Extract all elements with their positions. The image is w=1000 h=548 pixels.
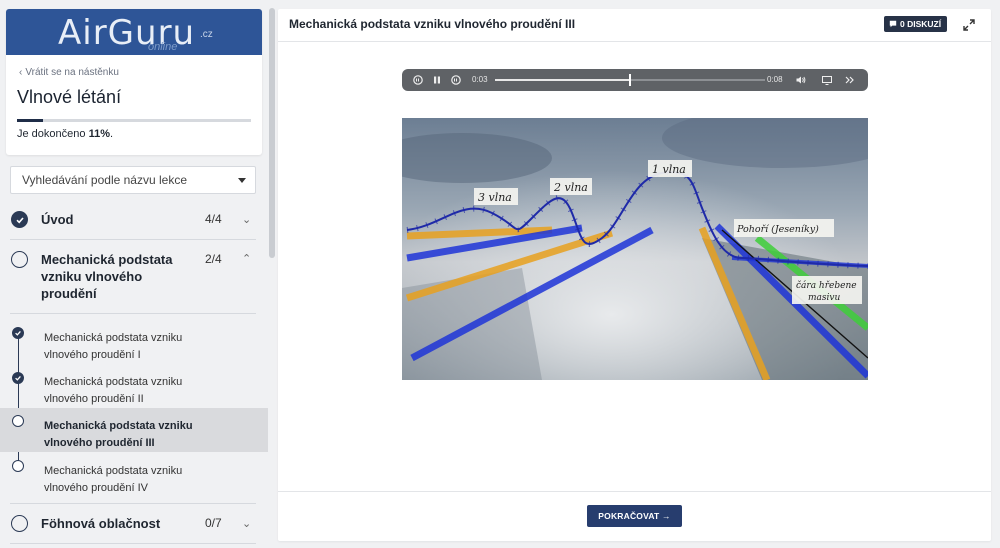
section-count: 0/7 bbox=[205, 516, 222, 530]
course-card: AirGuru .cz online ‹ Vrátit se na nástěn… bbox=[6, 9, 262, 155]
annotation-wave1: 1 vlna bbox=[652, 163, 686, 176]
lesson-item[interactable]: Mechanická podstata vzniku vlnového prou… bbox=[0, 453, 268, 497]
seek-handle[interactable] bbox=[629, 74, 631, 86]
lesson-title: Mechanická podstata vzniku vlnového prou… bbox=[44, 332, 183, 361]
lesson-item[interactable]: Mechanická podstata vzniku vlnového prou… bbox=[0, 364, 268, 408]
check-circle-icon bbox=[12, 327, 24, 339]
sidebar: AirGuru .cz online ‹ Vrátit se na nástěn… bbox=[0, 0, 270, 548]
divider bbox=[10, 503, 256, 504]
forward-10-icon[interactable] bbox=[450, 74, 462, 86]
volume-icon[interactable] bbox=[795, 74, 807, 86]
divider bbox=[10, 313, 256, 314]
chevron-down-icon: ⌄ bbox=[242, 518, 252, 530]
lesson-item[interactable]: Mechanická podstata vzniku vlnového prou… bbox=[0, 320, 268, 364]
comment-icon bbox=[889, 20, 897, 28]
empty-circle-icon bbox=[11, 251, 28, 268]
divider bbox=[10, 543, 256, 544]
chevron-up-icon: ⌃ bbox=[242, 253, 252, 265]
discussion-button[interactable]: 0 DISKUZÍ bbox=[884, 16, 948, 32]
brand-sub: online bbox=[148, 41, 178, 53]
continue-button[interactable]: POKRAČOVAT → bbox=[587, 505, 682, 527]
section-fohnova-oblacnost[interactable]: Föhnová oblačnost 0/7 ⌄ bbox=[0, 514, 256, 534]
lesson-title: Mechanická podstata vzniku vlnového prou… bbox=[44, 465, 183, 494]
annotation-ridge-line-1: čára hřebene bbox=[796, 280, 857, 291]
lesson-header: Mechanická podstata vzniku vlnového prou… bbox=[278, 9, 991, 42]
lesson-search-placeholder: Vyhledávání podle názvu lekce bbox=[22, 173, 187, 187]
fast-forward-icon[interactable] bbox=[844, 74, 856, 86]
section-title: Mechanická podstata vzniku vlnového prou… bbox=[41, 252, 173, 301]
annotation-wave3: 3 vlna bbox=[478, 191, 512, 204]
sidebar-scrollbar[interactable] bbox=[269, 8, 275, 258]
video-frame[interactable]: 3 vlna 2 vlna 1 vlna Pohoří (Jeseníky) č… bbox=[402, 118, 868, 380]
empty-circle-icon bbox=[12, 415, 24, 427]
expand-icon[interactable] bbox=[962, 18, 976, 32]
back-link-label: Vrátit se na nástěnku bbox=[25, 67, 119, 78]
section-title: Föhnová oblačnost bbox=[41, 516, 161, 531]
brand-logo[interactable]: AirGuru .cz online bbox=[6, 9, 262, 55]
pause-icon[interactable] bbox=[431, 74, 443, 86]
lesson-heading: Mechanická podstata vzniku vlnového prou… bbox=[289, 17, 576, 31]
course-title: Vlnové létání bbox=[17, 87, 122, 107]
empty-circle-icon bbox=[11, 515, 28, 532]
empty-circle-icon bbox=[12, 460, 24, 472]
brand-tld: .cz bbox=[200, 29, 213, 40]
lesson-title: Mechanická podstata vzniku vlnového prou… bbox=[44, 420, 193, 449]
section-title: Úvod bbox=[41, 212, 74, 227]
video-player-controls: 0:03 0:08 bbox=[402, 69, 868, 91]
course-progress-bar bbox=[17, 119, 251, 122]
seek-fill bbox=[495, 79, 630, 81]
video-still: 3 vlna 2 vlna 1 vlna Pohoří (Jeseníky) č… bbox=[402, 118, 868, 380]
progress-suffix: . bbox=[109, 128, 114, 140]
section-uvod[interactable]: Úvod 4/4 ⌄ bbox=[0, 210, 256, 230]
section-mechanicka-podstata[interactable]: Mechanická podstata vzniku vlnového prou… bbox=[0, 250, 256, 304]
chevron-left-icon: ‹ bbox=[19, 67, 23, 78]
rewind-10-icon[interactable] bbox=[412, 74, 424, 86]
back-to-dashboard-link[interactable]: ‹ Vrátit se na nástěnku bbox=[19, 67, 119, 78]
progress-value: 11% bbox=[88, 128, 110, 140]
duration: 0:08 bbox=[767, 75, 783, 84]
footer-divider bbox=[278, 491, 991, 492]
section-count: 4/4 bbox=[205, 212, 222, 226]
caret-down-icon bbox=[238, 178, 246, 183]
lesson-search-select[interactable]: Vyhledávání podle názvu lekce bbox=[10, 166, 256, 194]
progress-prefix: Je dokončeno bbox=[17, 128, 89, 140]
lesson-title: Mechanická podstata vzniku vlnového prou… bbox=[44, 376, 183, 405]
annotation-wave2: 2 vlna bbox=[553, 181, 588, 194]
annotation-mountains: Pohoří (Jeseníky) bbox=[736, 224, 819, 235]
section-count: 2/4 bbox=[205, 252, 222, 266]
seek-bar[interactable] bbox=[495, 74, 765, 86]
divider bbox=[10, 239, 256, 240]
chevron-down-icon: ⌄ bbox=[242, 214, 252, 226]
check-circle-icon bbox=[11, 211, 28, 228]
discussion-label: 0 DISKUZÍ bbox=[900, 19, 942, 29]
lesson-panel: Mechanická podstata vzniku vlnového prou… bbox=[278, 9, 991, 541]
lesson-item-active[interactable]: Mechanická podstata vzniku vlnového prou… bbox=[0, 408, 268, 452]
current-time: 0:03 bbox=[472, 75, 488, 84]
course-progress-fill bbox=[17, 119, 43, 122]
annotation-ridge-line-2: masivu bbox=[808, 293, 840, 303]
check-circle-icon bbox=[12, 372, 24, 384]
cast-icon[interactable] bbox=[821, 74, 833, 86]
progress-text: Je dokončeno 11%. bbox=[17, 128, 113, 140]
